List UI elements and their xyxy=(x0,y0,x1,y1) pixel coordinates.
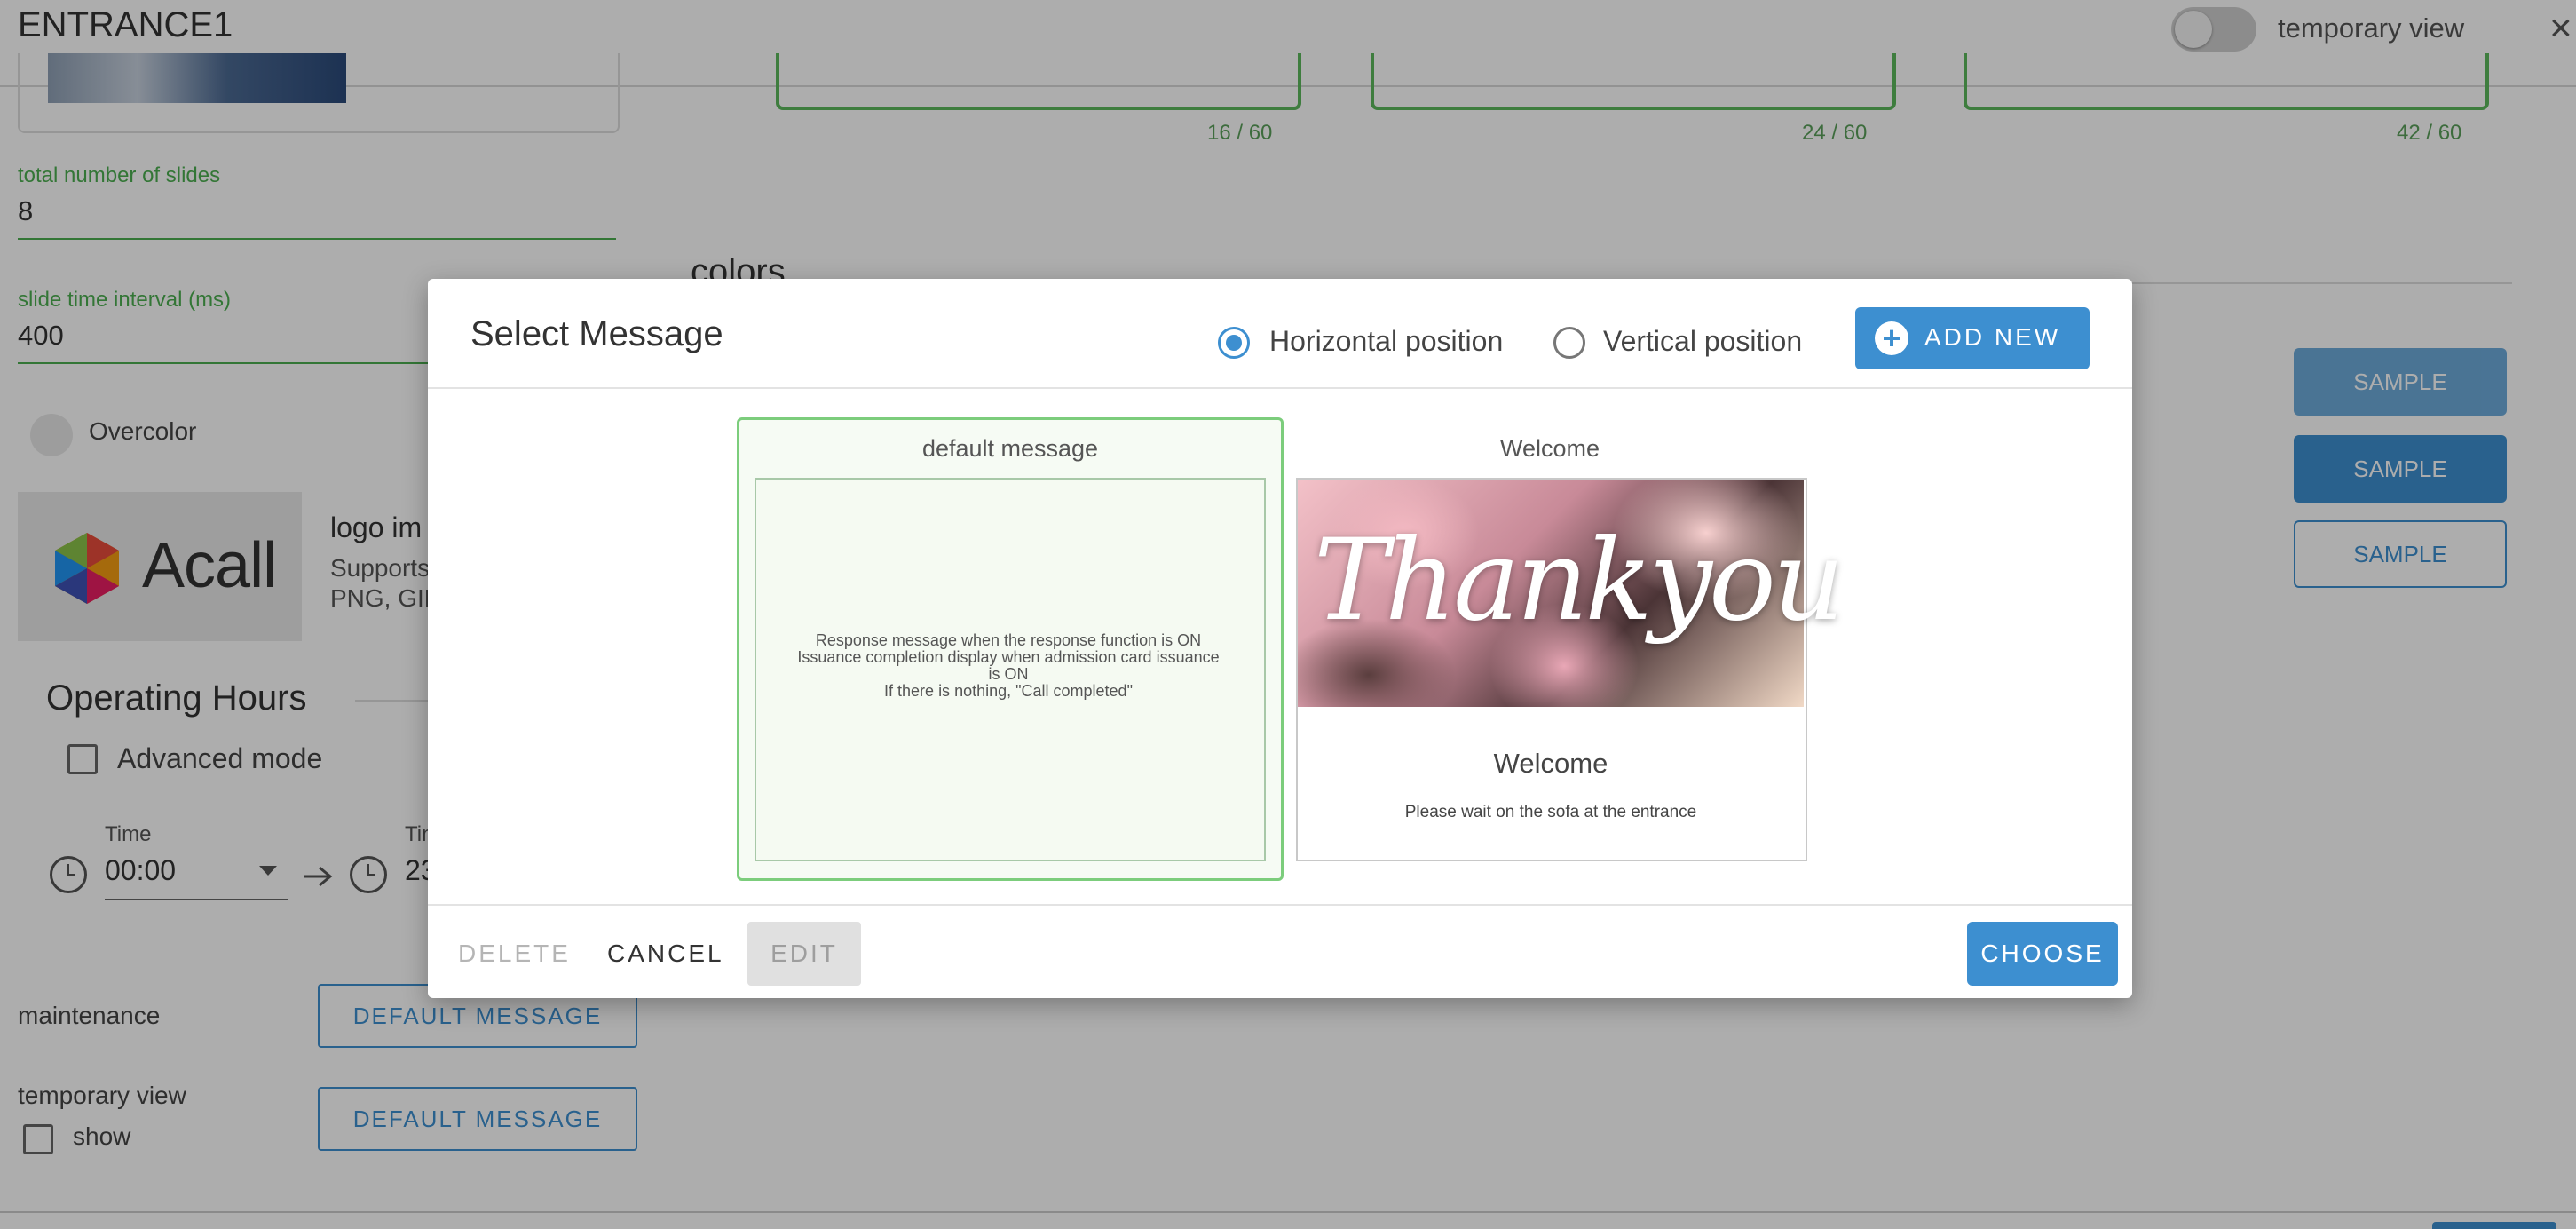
edit-button[interactable]: EDIT xyxy=(747,922,861,986)
card-subtext: Please wait on the sofa at the entrance xyxy=(1404,803,1697,821)
delete-button[interactable]: DELETE xyxy=(458,940,571,968)
vertical-position-label[interactable]: Vertical position xyxy=(1603,325,1802,358)
card-title: Welcome xyxy=(1499,435,1600,462)
dialog-header-divider xyxy=(428,387,2132,389)
card-heading: Welcome xyxy=(1493,748,1608,779)
card-title: default message xyxy=(921,435,1099,462)
dialog-title: Select Message xyxy=(470,314,723,353)
plus-circle-icon: + xyxy=(1875,321,1908,355)
horizontal-position-label[interactable]: Horizontal position xyxy=(1269,325,1503,358)
thankyou-image-text: Thankyou xyxy=(1314,515,1845,646)
add-new-label: ADD NEW xyxy=(1924,323,2061,351)
vertical-position-radio[interactable] xyxy=(1553,327,1585,359)
cancel-button[interactable]: CANCEL xyxy=(607,940,724,968)
card-preview-text: Response message when the response funct… xyxy=(797,631,1220,700)
horizontal-position-radio[interactable] xyxy=(1218,327,1250,359)
dialog-footer-divider xyxy=(428,904,2132,906)
choose-button[interactable]: CHOOSE xyxy=(1967,922,2118,986)
